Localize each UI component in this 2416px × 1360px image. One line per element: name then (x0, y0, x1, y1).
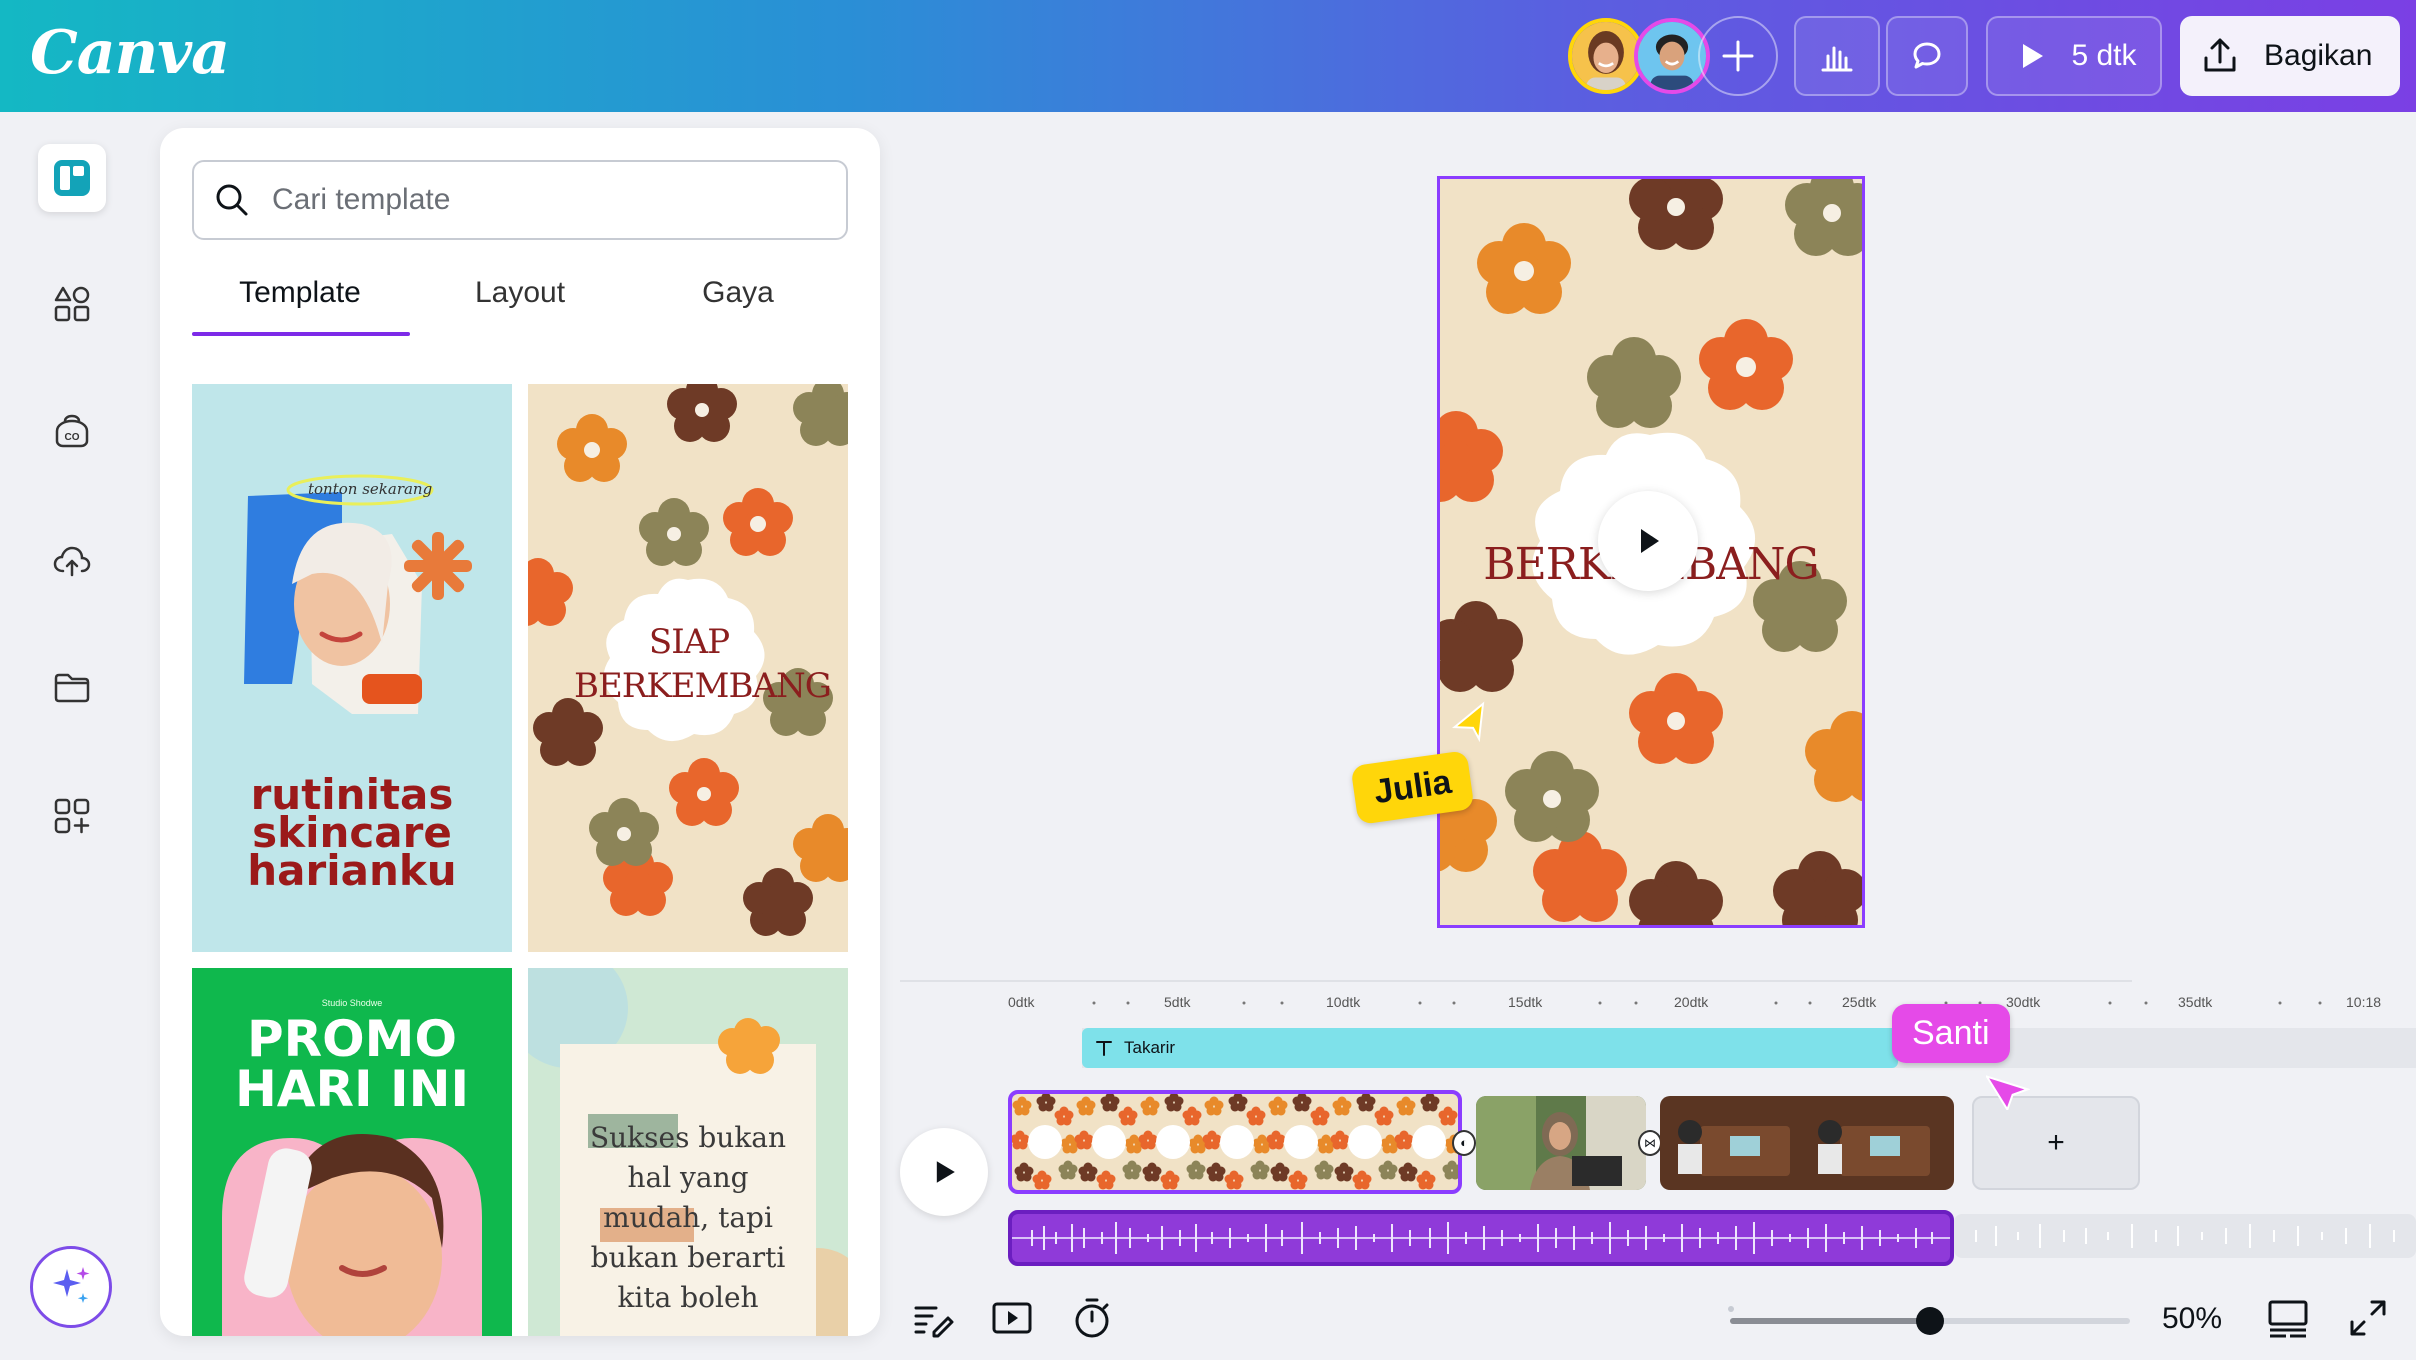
clip-person-thumbnail (1476, 1096, 1646, 1190)
template-card-skincare[interactable]: tonton sekarang rutinitas skincare haria… (192, 384, 512, 952)
sparkle-icon (53, 1267, 90, 1303)
tab-gaya[interactable]: Gaya (628, 276, 848, 336)
zoom-slider-dot (1728, 1306, 1734, 1312)
rail-uploads-button[interactable] (38, 526, 106, 594)
timeline-play-button[interactable] (900, 1128, 988, 1216)
upload-share-icon (2204, 38, 2236, 72)
zoom-slider-fill (1730, 1318, 1930, 1324)
siap-berkembang-title: SIAP BERKEMBANG (574, 622, 832, 706)
play-icon (2023, 44, 2044, 68)
audio-waveform (1012, 1222, 1950, 1254)
caption-track-label: Takarir (1124, 1038, 1176, 1057)
video-clip-1[interactable] (1008, 1090, 1462, 1194)
play-icon (1641, 529, 1659, 553)
avatar-photo-icon (1572, 22, 1640, 90)
rail-projects-button[interactable] (38, 654, 106, 722)
present-play-button[interactable]: 5 dtk (1986, 16, 2162, 96)
comments-button[interactable] (1886, 16, 1968, 96)
search-icon (216, 184, 248, 216)
tab-template[interactable]: Template (190, 276, 410, 336)
template-panel: Template Layout Gaya tonton sekarang rut… (160, 128, 880, 1336)
skincare-title: rutinitas skincare harianku (247, 770, 457, 895)
timeline-divider (900, 980, 2132, 982)
tab-layout[interactable]: Layout (410, 276, 630, 336)
clip-thumbnails-pattern (1012, 1094, 1458, 1190)
plus-icon (1722, 40, 1754, 72)
transition-handle[interactable]: ⋈ (1638, 1130, 1662, 1156)
zoom-slider-handle[interactable] (1916, 1307, 1944, 1335)
rail-elements-button[interactable] (38, 270, 106, 338)
collaborator-avatar-julia[interactable] (1568, 18, 1644, 94)
brand-icon: CO (55, 414, 89, 448)
folder-icon (54, 673, 90, 703)
santi-cursor-icon (1986, 1074, 2030, 1110)
skincare-small-label: tonton sekarang (308, 480, 433, 498)
insights-button[interactable] (1794, 16, 1880, 96)
rail-design-button[interactable] (38, 144, 106, 212)
zoom-slider[interactable] (1730, 1307, 2130, 1335)
share-button[interactable]: Bagikan (2180, 16, 2400, 96)
audio-track[interactable] (1008, 1210, 1954, 1266)
video-clip-2[interactable] (1476, 1096, 1646, 1190)
design-panel-icon (54, 160, 90, 196)
zoom-level[interactable]: 50% (2162, 1302, 2222, 1336)
rail-apps-button[interactable] (38, 782, 106, 850)
play-icon (936, 1161, 955, 1183)
active-tab-indicator (192, 332, 410, 336)
canva-logo[interactable]: Canva (30, 18, 230, 88)
caption-track[interactable]: Takarir (1082, 1028, 1898, 1068)
add-clip-label: + (2047, 1126, 2065, 1159)
share-label: Bagikan (2264, 39, 2373, 72)
magic-assistant-button[interactable] (30, 1246, 112, 1328)
present-icon[interactable] (990, 1296, 1034, 1340)
svg-text:CO: CO (65, 432, 80, 443)
elements-shapes-icon (54, 286, 90, 322)
template-card-promo[interactable]: Studio Shodwe PROMO HARI INI (192, 968, 512, 1336)
video-clip-3[interactable] (1660, 1096, 1954, 1190)
play-duration-label: 5 dtk (2071, 39, 2137, 72)
promo-portrait-art (222, 1134, 482, 1336)
template-card-quote[interactable]: Sukses bukan hal yang mudah, tapi bukan … (528, 968, 848, 1336)
audio-waveform-ghost (1975, 1224, 2395, 1248)
ruler-ticks (1092, 1001, 2322, 1005)
canvas-page[interactable]: BERKEMBANG (1437, 176, 1865, 928)
add-clip-button[interactable]: + (1972, 1096, 2140, 1190)
search-box[interactable] (192, 160, 848, 240)
canvas-play-button[interactable] (1598, 491, 1698, 591)
add-collaborator-button[interactable] (1698, 16, 1778, 96)
bar-chart-icon (1821, 46, 1853, 72)
transition-handle[interactable]: ◐ (1452, 1130, 1476, 1156)
rail-brand-button[interactable]: CO (38, 398, 106, 466)
top-bar: Canva 5 dtk Bagikan (0, 0, 2416, 112)
julia-cursor-icon (1451, 701, 1485, 743)
clip-meeting-thumbnail (1660, 1096, 1954, 1190)
apps-icon (54, 798, 90, 834)
santi-cursor-label: Santi (1892, 1004, 2010, 1063)
cloud-upload-icon (53, 546, 91, 577)
grid-view-icon[interactable] (2266, 1296, 2310, 1340)
search-input[interactable] (272, 183, 812, 217)
comment-icon (1913, 42, 1941, 69)
quote-text: Sukses bukan hal yang mudah, tapi bukan … (589, 1121, 787, 1314)
text-t-icon (1096, 1041, 1112, 1056)
notes-edit-icon[interactable] (910, 1296, 954, 1340)
fullscreen-icon[interactable] (2346, 1296, 2390, 1340)
avatar-photo-icon (1638, 22, 1706, 90)
timer-icon[interactable] (1070, 1296, 1114, 1340)
template-card-siap-berkembang[interactable]: SIAP BERKEMBANG (528, 384, 848, 952)
